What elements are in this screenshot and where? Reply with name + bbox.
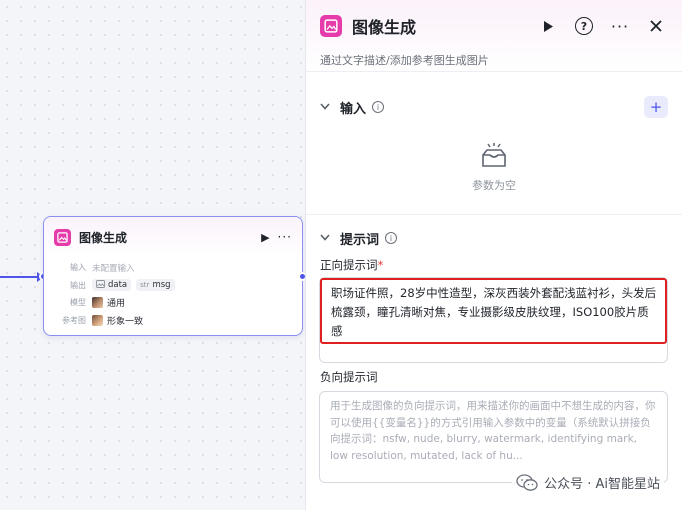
model-value: 通用 — [107, 299, 126, 310]
negative-prompt-field[interactable]: 用于生成图像的负向提示词，用来描述你的画面中不想生成的内容，你可以使用{{变量名… — [319, 391, 668, 483]
input-section-header[interactable]: 输入 i + — [306, 92, 682, 122]
empty-text: 参数为空 — [472, 179, 516, 192]
info-icon[interactable]: i — [385, 232, 398, 244]
model-avatar — [92, 297, 103, 309]
input-value: 未配置输入 — [92, 263, 135, 274]
image-icon — [320, 15, 342, 37]
required-mark: * — [377, 258, 384, 272]
row-label: 参考图 — [62, 315, 86, 325]
close-icon — [650, 20, 662, 32]
info-icon[interactable]: i — [372, 101, 385, 113]
section-divider — [306, 214, 682, 215]
watermark: 公众号 · Ai智能星站 — [512, 471, 664, 494]
output-tag-data: data — [92, 279, 132, 292]
close-button[interactable] — [644, 14, 668, 38]
run-button[interactable] — [536, 14, 560, 38]
prompt-section-header[interactable]: 提示词 i — [306, 223, 682, 253]
row-label: 模型 — [70, 298, 86, 308]
help-icon: ? — [575, 17, 593, 35]
empty-box-icon — [482, 143, 506, 167]
positive-prompt-label: 正向提示词* — [306, 257, 682, 273]
more-icon[interactable]: ··· — [278, 230, 292, 244]
add-input-button[interactable]: + — [644, 96, 668, 118]
node-row-output: 输出 data str msg — [54, 277, 292, 295]
incoming-connection-line — [0, 272, 44, 282]
image-generation-node[interactable]: 图像生成 ▶ ··· 输入 未配置输入 输出 data str msg 模型 通… — [43, 216, 303, 336]
node-header: 图像生成 ▶ ··· — [44, 217, 302, 257]
run-icon[interactable]: ▶ — [261, 231, 269, 244]
node-row-reference: 参考图 形象一致 — [54, 312, 292, 330]
negative-prompt-label: 负向提示词 — [320, 370, 378, 384]
wechat-icon — [516, 473, 538, 491]
more-options-button[interactable]: ··· — [608, 14, 632, 38]
panel-description: 通过文字描述/添加参考图生成图片 — [320, 54, 489, 67]
positive-prompt-text[interactable]: 职场证件照，28岁中性造型，深灰西装外套配浅蓝衬衫，头发后梳露颈，瞳孔清晰对焦，… — [331, 284, 658, 341]
node-title: 图像生成 — [79, 230, 128, 245]
chevron-down-icon[interactable] — [320, 102, 330, 113]
node-row-model: 模型 通用 — [54, 294, 292, 312]
tag-label: msg — [152, 280, 171, 291]
positive-prompt-field[interactable]: 职场证件照，28岁中性造型，深灰西装外套配浅蓝衬衫，头发后梳露颈，瞳孔清晰对焦，… — [319, 277, 668, 363]
string-type-icon: str — [140, 281, 150, 290]
section-title: 提示词 — [340, 232, 380, 248]
row-label: 输出 — [70, 280, 86, 290]
section-title: 输入 — [340, 101, 367, 117]
empty-state: 参数为空 — [306, 122, 682, 214]
reference-value: 形象一致 — [107, 316, 144, 327]
chevron-down-icon[interactable] — [320, 233, 330, 244]
row-label: 输入 — [70, 263, 86, 273]
play-icon — [543, 20, 553, 32]
node-row-input: 输入 未配置输入 — [54, 259, 292, 277]
tag-label: data — [108, 280, 128, 291]
watermark-text: 公众号 · Ai智能星站 — [544, 477, 660, 492]
image-icon — [54, 228, 71, 246]
node-config-panel: 图像生成 ? ··· 通过文字描述/添加参考图生成图片 输入 i + 参数为空 … — [305, 0, 682, 510]
help-button[interactable]: ? — [572, 14, 596, 38]
output-tag-msg: str msg — [136, 279, 175, 292]
panel-header: 图像生成 ? ··· 通过文字描述/添加参考图生成图片 — [306, 0, 682, 72]
reference-avatar — [92, 314, 103, 326]
image-type-icon — [96, 280, 105, 290]
label-text: 正向提示词 — [320, 258, 378, 272]
panel-title: 图像生成 — [352, 18, 417, 37]
